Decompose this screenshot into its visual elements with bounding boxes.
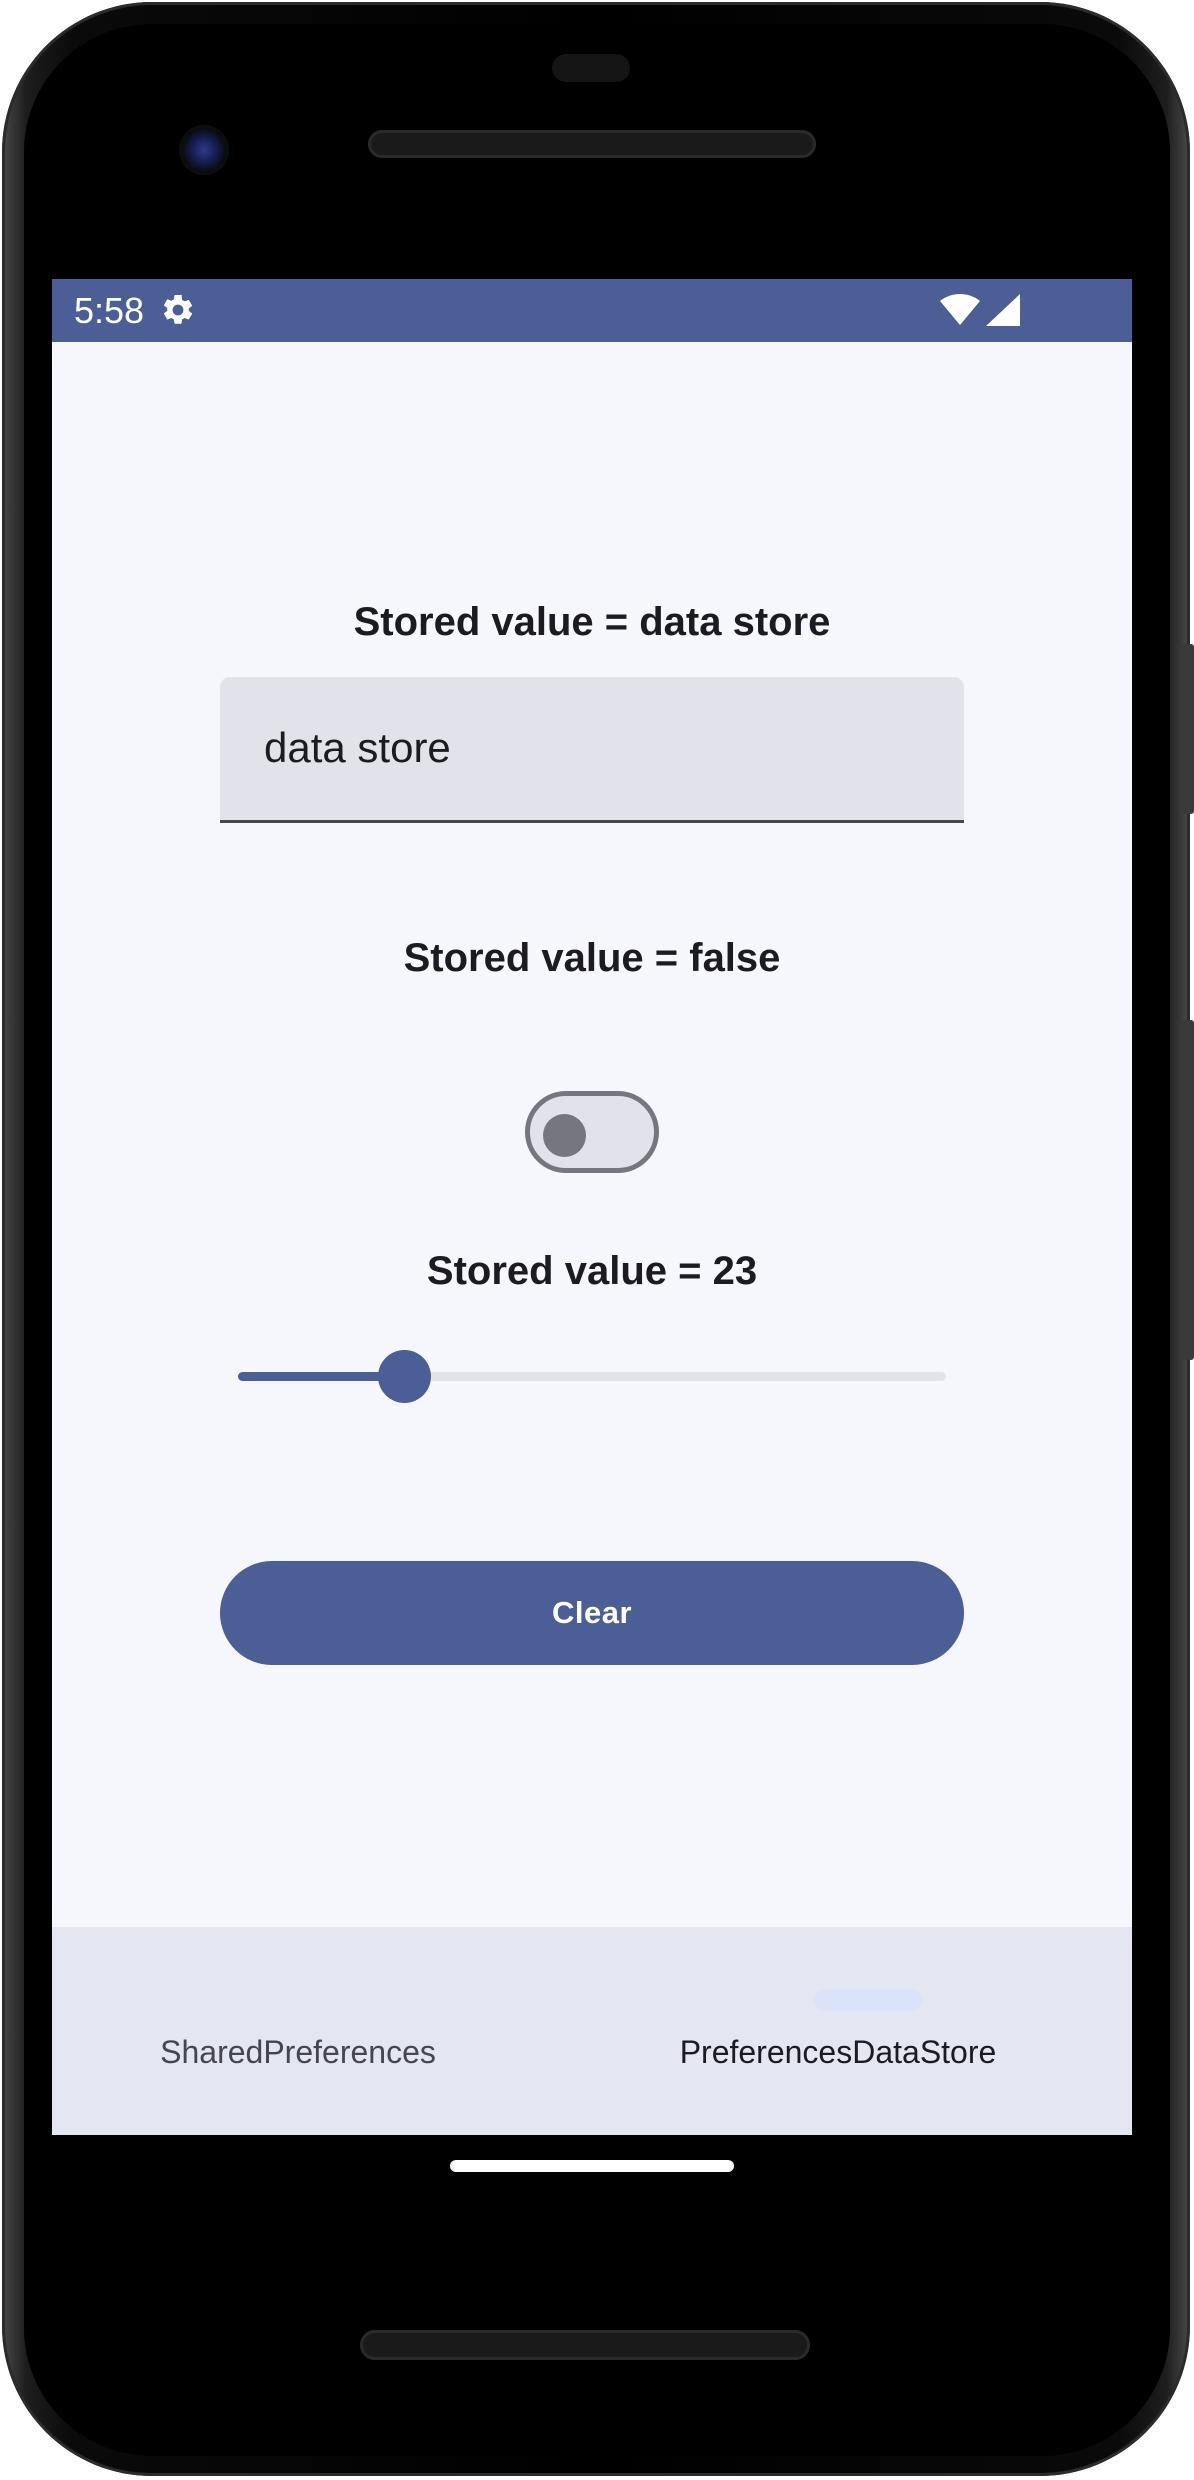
app-screen: 5:58 Stored value = data store data stor…	[52, 279, 1132, 2135]
string-value-field[interactable]: data store	[220, 677, 964, 823]
bottom-navigation: SharedPreferences PreferencesDataStore	[52, 1927, 1132, 2135]
clear-button[interactable]: Clear	[220, 1561, 964, 1665]
top-speaker-grille	[368, 130, 816, 158]
nav-item-label: PreferencesDataStore	[679, 2034, 997, 2070]
string-value-label: Stored value = data store	[353, 600, 831, 644]
cell-signal-icon	[986, 294, 1020, 326]
earpiece	[552, 54, 630, 82]
slider-thumb[interactable]	[378, 1350, 431, 1403]
power-button	[1182, 644, 1194, 814]
front-camera	[179, 125, 229, 175]
number-value-label: Stored value = 23	[426, 1249, 758, 1293]
status-bar: 5:58	[52, 279, 1132, 342]
switch-thumb	[543, 1114, 586, 1157]
nav-item-preferences-datastore[interactable]: PreferencesDataStore	[592, 1927, 1132, 2135]
home-indicator[interactable]	[450, 2160, 734, 2172]
number-value-slider[interactable]	[238, 1346, 946, 1406]
wifi-icon	[940, 294, 980, 325]
bottom-speaker-grille	[360, 2330, 810, 2360]
status-time: 5:58	[74, 290, 145, 331]
nav-item-label: SharedPreferences	[160, 2034, 436, 2070]
nav-item-shared-preferences[interactable]: SharedPreferences	[52, 1927, 592, 2135]
phone-frame: 5:58 Stored value = data store data stor…	[0, 0, 1194, 2480]
string-value-input-text: data store	[264, 724, 451, 771]
boolean-value-switch[interactable]	[525, 1091, 659, 1173]
boolean-value-label: Stored value = false	[403, 936, 781, 980]
settings-content: Stored value = data store data store Sto…	[52, 342, 1132, 1927]
gear-icon	[163, 294, 193, 324]
volume-button	[1182, 1020, 1194, 1360]
